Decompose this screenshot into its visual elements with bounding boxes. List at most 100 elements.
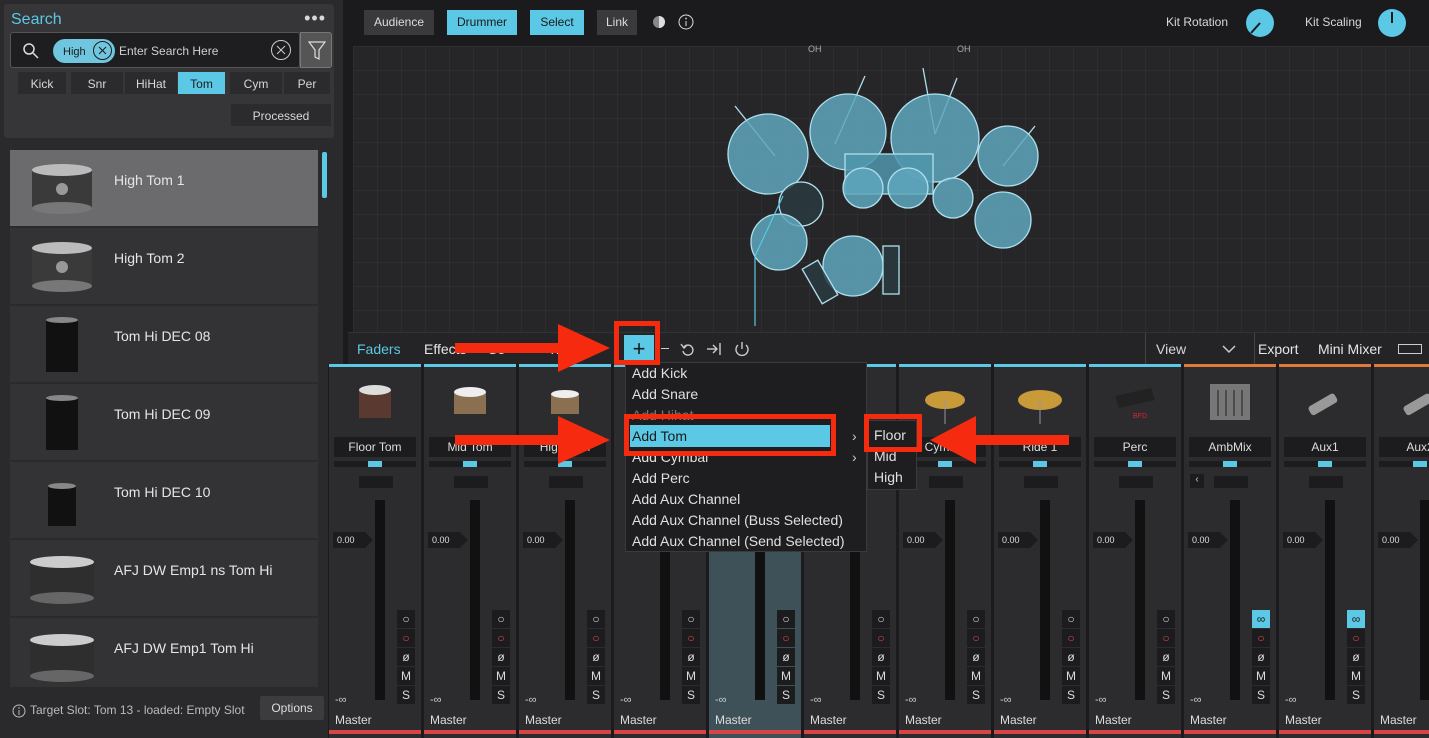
volume-fader[interactable] (470, 500, 480, 700)
record-arm-icon[interactable]: ○ (492, 610, 510, 628)
record-icon[interactable]: ○ (777, 629, 795, 647)
record-icon[interactable]: ○ (967, 629, 985, 647)
mute-button[interactable]: M (967, 667, 985, 685)
solo-button[interactable]: S (1347, 686, 1365, 704)
list-item[interactable]: Tom Hi DEC 10 (10, 462, 318, 539)
list-item[interactable]: Tom Hi DEC 09 (10, 384, 318, 461)
output-select[interactable]: Master (1374, 710, 1429, 730)
volume-fader[interactable] (1040, 500, 1050, 700)
menu-item-add-aux-buss[interactable]: Add Aux Channel (Buss Selected) (632, 512, 843, 528)
link-icon[interactable]: ∞ (1252, 610, 1270, 628)
link-icon[interactable]: ∞ (1347, 610, 1365, 628)
output-select[interactable]: Master (994, 710, 1086, 730)
options-button[interactable]: Options (260, 696, 324, 720)
remove-channel-icon[interactable] (661, 348, 669, 349)
phase-icon[interactable]: ø (777, 648, 795, 666)
output-select[interactable]: Master (424, 710, 516, 730)
record-arm-icon[interactable]: ○ (587, 610, 605, 628)
phase-icon[interactable]: ø (587, 648, 605, 666)
output-select[interactable]: Master (614, 710, 706, 730)
mute-button[interactable]: M (1157, 667, 1175, 685)
solo-button[interactable]: S (777, 686, 795, 704)
record-icon[interactable]: ○ (872, 629, 890, 647)
solo-button[interactable]: S (1062, 686, 1080, 704)
list-item[interactable]: High Tom 2 (10, 228, 318, 305)
solo-button[interactable]: S (397, 686, 415, 704)
info-icon[interactable] (678, 14, 694, 30)
search-input[interactable]: High Enter Search Here (10, 32, 300, 68)
clear-search-icon[interactable] (271, 40, 291, 60)
output-select[interactable]: Master (329, 710, 421, 730)
phase-icon[interactable]: ø (1062, 648, 1080, 666)
mute-button[interactable]: M (872, 667, 890, 685)
category-kick[interactable]: Kick (18, 72, 66, 94)
pan-slider[interactable] (1284, 461, 1366, 467)
volume-fader[interactable] (1230, 500, 1240, 700)
category-snr[interactable]: Snr (71, 72, 123, 94)
output-select[interactable]: Master (1184, 710, 1276, 730)
solo-button[interactable]: S (492, 686, 510, 704)
output-select[interactable]: Master (1279, 710, 1371, 730)
mute-button[interactable]: M (1252, 667, 1270, 685)
tab-faders[interactable]: Faders (357, 341, 401, 357)
record-arm-icon[interactable]: ○ (777, 610, 795, 628)
volume-fader[interactable] (1420, 500, 1429, 700)
record-arm-icon[interactable]: ○ (1062, 610, 1080, 628)
record-icon[interactable]: ○ (1347, 629, 1365, 647)
menu-item-add-perc[interactable]: Add Perc (632, 470, 690, 486)
phase-icon[interactable]: ø (967, 648, 985, 666)
output-select[interactable]: Master (519, 710, 611, 730)
filter-chip-high[interactable]: High (53, 39, 115, 63)
category-per[interactable]: Per (284, 72, 330, 94)
volume-fader[interactable] (1325, 500, 1335, 700)
jump-to-end-icon[interactable] (706, 341, 722, 357)
category-cym[interactable]: Cym (230, 72, 282, 94)
category-hihat[interactable]: HiHat (125, 72, 177, 94)
record-arm-icon[interactable]: ○ (682, 610, 700, 628)
record-arm-icon[interactable]: ○ (967, 610, 985, 628)
phase-icon[interactable]: ø (682, 648, 700, 666)
phase-icon[interactable]: ø (397, 648, 415, 666)
output-select[interactable]: Master (709, 710, 801, 730)
channel-name[interactable]: Floor Tom (334, 437, 416, 457)
phase-icon[interactable]: ø (872, 648, 890, 666)
channel-name[interactable]: Aux2 (1379, 437, 1429, 457)
record-arm-icon[interactable]: ○ (872, 610, 890, 628)
mini-mixer-button[interactable]: Mini Mixer (1318, 341, 1382, 357)
export-button[interactable]: Export (1258, 341, 1298, 357)
phase-icon[interactable]: ø (1252, 648, 1270, 666)
phase-icon[interactable]: ø (1157, 648, 1175, 666)
list-item[interactable]: AFJ DW Emp1 Tom Hi (10, 618, 318, 687)
chevron-left-icon[interactable]: ‹ (1190, 474, 1204, 488)
phase-icon[interactable]: ø (1347, 648, 1365, 666)
processed-toggle[interactable]: Processed (231, 104, 331, 126)
pan-slider[interactable] (1094, 461, 1176, 467)
list-item[interactable]: High Tom 1 (10, 150, 318, 227)
record-icon[interactable]: ○ (587, 629, 605, 647)
channel-name[interactable]: Aux1 (1284, 437, 1366, 457)
solo-button[interactable]: S (587, 686, 605, 704)
output-select[interactable]: Master (899, 710, 991, 730)
list-item[interactable]: Tom Hi DEC 08 (10, 306, 318, 383)
volume-fader[interactable] (565, 500, 575, 700)
link-button[interactable]: Link (597, 10, 637, 35)
menu-item-add-snare[interactable]: Add Snare (632, 386, 698, 402)
record-icon[interactable]: ○ (682, 629, 700, 647)
output-select[interactable]: Master (804, 710, 896, 730)
menu-item-add-kick[interactable]: Add Kick (632, 365, 687, 381)
mute-button[interactable]: M (397, 667, 415, 685)
solo-button[interactable]: S (967, 686, 985, 704)
list-item[interactable]: AFJ DW Emp1 ns Tom Hi (10, 540, 318, 617)
record-arm-icon[interactable]: ○ (397, 610, 415, 628)
channel-name[interactable]: Perc (1094, 437, 1176, 457)
volume-fader[interactable] (375, 500, 385, 700)
window-toggle-icon[interactable] (1398, 344, 1422, 354)
record-icon[interactable]: ○ (1157, 629, 1175, 647)
pan-slider[interactable] (1189, 461, 1271, 467)
menu-item-add-aux-send[interactable]: Add Aux Channel (Send Selected) (632, 533, 844, 549)
mute-button[interactable]: M (1062, 667, 1080, 685)
filter-button[interactable] (300, 32, 332, 68)
mute-button[interactable]: M (777, 667, 795, 685)
drummer-button[interactable]: Drummer (447, 10, 517, 35)
solo-button[interactable]: S (1252, 686, 1270, 704)
